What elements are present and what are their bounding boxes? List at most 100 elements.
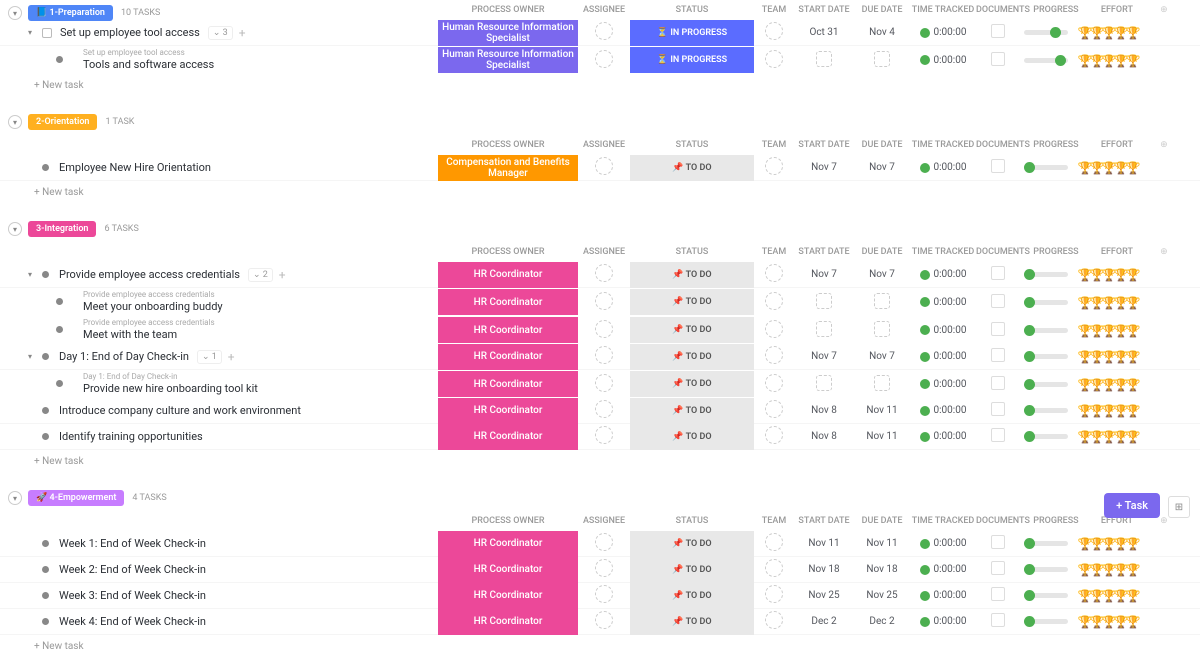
subtask-row[interactable]: Provide employee access credentials Meet… [0, 316, 1200, 344]
new-task-button[interactable]: + New task [0, 74, 1200, 97]
team-empty-icon[interactable] [765, 157, 783, 175]
header-status[interactable]: STATUS [630, 140, 754, 150]
task-row[interactable]: Week 2: End of Week Check-in HR Coordina… [0, 557, 1200, 583]
time-tracked[interactable]: 0:00:00 [910, 297, 976, 308]
header-docs[interactable]: DOCUMENTS [976, 516, 1030, 526]
status-dot-icon[interactable] [56, 326, 63, 333]
time-tracked[interactable]: 0:00:00 [910, 590, 976, 601]
header-time[interactable]: TIME TRACKED [910, 247, 976, 257]
progress-slider[interactable] [1024, 354, 1068, 359]
start-date[interactable]: Nov 7 [811, 351, 837, 362]
add-subtask-icon[interactable]: + [279, 268, 286, 282]
document-icon[interactable] [991, 266, 1005, 280]
status-pill[interactable]: 📌 TO DO [630, 398, 754, 424]
effort-trophies[interactable]: 🏆🏆🏆🏆🏆 [1078, 268, 1137, 281]
header-due[interactable]: DUE DATE [854, 247, 910, 257]
task-title[interactable]: Week 1: End of Week Check-in [59, 537, 206, 550]
process-owner-pill[interactable]: HR Coordinator [438, 289, 578, 315]
subtask-row[interactable]: Day 1: End of Day Check-in Provide new h… [0, 370, 1200, 398]
time-tracked[interactable]: 0:00:00 [910, 325, 976, 336]
process-owner-pill[interactable]: HR Coordinator [438, 344, 578, 370]
task-row[interactable]: ▾ Provide employee access credentials ⌄ … [0, 262, 1200, 288]
process-owner-pill[interactable]: HR Coordinator [438, 583, 578, 609]
section-badge[interactable]: 📘 1-Preparation [28, 5, 113, 21]
assignee-empty-icon[interactable] [595, 264, 613, 282]
assignee-empty-icon[interactable] [595, 374, 613, 392]
assignee-empty-icon[interactable] [595, 157, 613, 175]
effort-trophies[interactable]: 🏆🏆🏆🏆🏆 [1078, 430, 1137, 443]
process-owner-pill[interactable]: Human Resource Information Specialist [438, 47, 578, 73]
document-icon[interactable] [991, 24, 1005, 38]
process-owner-pill[interactable]: Human Resource Information Specialist [438, 20, 578, 46]
subtask-count-badge[interactable]: ⌄ 2 [248, 268, 273, 282]
status-pill[interactable]: 📌 TO DO [630, 262, 754, 288]
document-icon[interactable] [991, 402, 1005, 416]
subtask-title[interactable]: Tools and software access [83, 59, 214, 71]
status-dot-icon[interactable] [42, 618, 49, 625]
effort-trophies[interactable]: 🏆🏆🏆🏆🏆 [1078, 615, 1137, 628]
subtask-row[interactable]: Set up employee tool access Tools and so… [0, 46, 1200, 74]
status-pill[interactable]: ⏳ IN PROGRESS [630, 20, 754, 46]
header-progress[interactable]: PROGRESS [1030, 516, 1082, 526]
task-row[interactable]: ▾ Day 1: End of Day Check-in ⌄ 1+ HR Coo… [0, 344, 1200, 370]
team-empty-icon[interactable] [765, 585, 783, 603]
expand-icon[interactable]: ▾ [28, 28, 38, 37]
progress-slider[interactable] [1024, 328, 1068, 333]
progress-slider[interactable] [1024, 58, 1068, 63]
effort-trophies[interactable]: 🏆🏆🏆🏆🏆 [1078, 350, 1137, 363]
apps-grid-icon[interactable]: ⊞ [1168, 496, 1190, 518]
time-tracked[interactable]: 0:00:00 [910, 27, 976, 38]
progress-slider[interactable] [1024, 30, 1068, 35]
status-dot-icon[interactable] [42, 353, 49, 360]
assignee-empty-icon[interactable] [595, 346, 613, 364]
time-tracked[interactable]: 0:00:00 [910, 564, 976, 575]
subtask-title[interactable]: Provide new hire onboarding tool kit [83, 383, 258, 395]
process-owner-pill[interactable]: HR Coordinator [438, 557, 578, 583]
process-owner-pill[interactable]: HR Coordinator [438, 609, 578, 635]
header-time[interactable]: TIME TRACKED [910, 516, 976, 526]
header-progress[interactable]: PROGRESS [1030, 247, 1082, 257]
document-icon[interactable] [991, 613, 1005, 627]
due-date[interactable]: Dec 2 [869, 616, 894, 627]
task-title[interactable]: Provide employee access credentials [59, 268, 240, 281]
subtask-count-badge[interactable]: ⌄ 3 [208, 26, 233, 40]
assignee-empty-icon[interactable] [595, 320, 613, 338]
time-tracked[interactable]: 0:00:00 [910, 405, 976, 416]
task-title[interactable]: Week 4: End of Week Check-in [59, 615, 206, 628]
progress-slider[interactable] [1024, 272, 1068, 277]
assignee-empty-icon[interactable] [595, 400, 613, 418]
progress-slider[interactable] [1024, 165, 1068, 170]
task-title[interactable]: Week 2: End of Week Check-in [59, 563, 206, 576]
header-time[interactable]: TIME TRACKED [910, 140, 976, 150]
start-date[interactable]: Nov 18 [808, 564, 839, 575]
assignee-empty-icon[interactable] [595, 22, 613, 40]
new-task-button[interactable]: + New task [0, 635, 1200, 658]
header-status[interactable]: STATUS [630, 516, 754, 526]
header-docs[interactable]: DOCUMENTS [976, 140, 1030, 150]
start-date-empty-icon[interactable] [816, 321, 832, 337]
status-pill[interactable]: 📌 TO DO [630, 155, 754, 181]
status-dot-icon[interactable] [42, 540, 49, 547]
due-date-empty-icon[interactable] [874, 51, 890, 67]
process-owner-pill[interactable]: HR Coordinator [438, 398, 578, 424]
subtask-title[interactable]: Meet with the team [83, 329, 215, 341]
start-date[interactable]: Dec 2 [811, 616, 836, 627]
effort-trophies[interactable]: 🏆🏆🏆🏆🏆 [1078, 537, 1137, 550]
new-task-button[interactable]: + New task [0, 181, 1200, 204]
process-owner-pill[interactable]: HR Coordinator [438, 424, 578, 450]
time-tracked[interactable]: 0:00:00 [910, 538, 976, 549]
time-tracked[interactable]: 0:00:00 [910, 379, 976, 390]
time-tracked[interactable]: 0:00:00 [910, 269, 976, 280]
header-owner[interactable]: PROCESS OWNER [438, 247, 578, 257]
start-date[interactable]: Nov 25 [808, 590, 839, 601]
status-pill[interactable]: 📌 TO DO [630, 424, 754, 450]
status-dot-icon[interactable] [56, 56, 63, 63]
status-pill[interactable]: ⏳ IN PROGRESS [630, 47, 754, 73]
team-empty-icon[interactable] [765, 426, 783, 444]
process-owner-pill[interactable]: HR Coordinator [438, 371, 578, 397]
time-tracked[interactable]: 0:00:00 [910, 162, 976, 173]
due-date[interactable]: Nov 11 [866, 431, 897, 442]
team-empty-icon[interactable] [765, 400, 783, 418]
header-assignee[interactable]: ASSIGNEE [578, 247, 630, 257]
task-row[interactable]: Week 3: End of Week Check-in HR Coordina… [0, 583, 1200, 609]
